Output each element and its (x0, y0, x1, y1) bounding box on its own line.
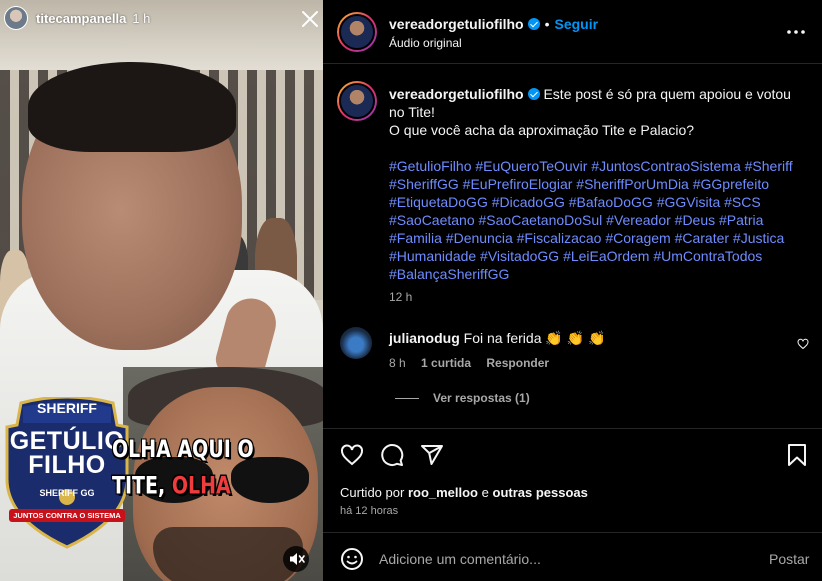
posted-ago: há 12 horas (340, 505, 399, 517)
comment-meta: 8 h 1 curtida Responder (389, 356, 561, 370)
comment-input[interactable] (379, 547, 749, 571)
liked-by-prefix: Curtido por (340, 485, 405, 500)
emoji-icon[interactable] (340, 547, 364, 571)
badge-top-text: SHERIFF (37, 400, 97, 416)
post-panel: vereadorgetuliofilho • Seguir Áudio origin… (323, 0, 822, 581)
verified-badge-icon (527, 18, 540, 30)
comment-avatar[interactable] (340, 327, 372, 359)
comment-body: Foi na ferida 👏 👏 👏 (463, 330, 606, 346)
post-caption: vereadorgetuliofilho Este post é só pra … (389, 85, 799, 139)
story-username[interactable]: titecampanella 1 h (36, 11, 150, 26)
story-header: titecampanella 1 h (0, 0, 323, 40)
comment-bubble-icon[interactable] (380, 443, 404, 467)
caption-avatar[interactable] (337, 81, 377, 121)
add-comment-bar: Postar (323, 532, 822, 581)
view-replies-label: Ver respostas (1) (433, 391, 530, 405)
caption-highlight: OLHA (171, 472, 231, 500)
comment-item: julianodug Foi na ferida 👏 👏 👏 (389, 330, 605, 347)
liked-by-user[interactable]: roo_melloo (408, 485, 478, 500)
caption-line2: TITE, (112, 472, 166, 500)
liked-by-others[interactable]: outras pessoas (493, 485, 588, 500)
liked-by-text: Curtido por roo_melloo e outras pessoas (340, 485, 588, 500)
caption-time: 12 h (389, 290, 413, 304)
inset-beard (153, 527, 303, 581)
like-heart-icon[interactable] (340, 443, 364, 467)
comment-likes-link[interactable]: 1 curtida (421, 356, 471, 370)
post-header: vereadorgetuliofilho • Seguir Áudio origin… (323, 0, 822, 64)
post-comment-button[interactable]: Postar (769, 551, 809, 567)
comment-username[interactable]: julianodug (389, 330, 460, 346)
comment-time: 8 h (389, 356, 406, 370)
share-paper-plane-icon[interactable] (420, 443, 444, 467)
header-username[interactable]: vereadorgetuliofilho (389, 16, 524, 32)
presenter-hair (28, 62, 236, 152)
caption-hashtags[interactable]: #GetulioFilho #EuQueroTeOuvir #JuntosCon… (389, 157, 799, 283)
original-audio-link[interactable]: Áudio original (389, 36, 462, 50)
follow-button[interactable]: Seguir (554, 16, 598, 32)
separator-dot: • (544, 16, 550, 32)
save-bookmark-icon[interactable] (785, 443, 809, 467)
caption-line1: OLHA AQUI O (112, 435, 254, 464)
comment-like-heart-icon[interactable] (797, 338, 809, 350)
actions-divider (323, 428, 822, 429)
caption-text-line2: O que você acha da aproximação Tite e Pa… (389, 122, 695, 138)
video-caption-overlay: OLHA AQUI O TITE, OLHA (112, 432, 254, 505)
replies-divider-line (395, 398, 419, 400)
close-icon[interactable] (300, 9, 320, 29)
story-username-text[interactable]: titecampanella (36, 11, 126, 26)
video-player[interactable]: titecampanella 1 h SHERIFF GETÚLIO FILHO … (0, 0, 323, 581)
liked-by-conj: e (481, 485, 489, 500)
header-user-row: vereadorgetuliofilho • Seguir (389, 16, 598, 32)
story-time: 1 h (132, 11, 151, 26)
story-avatar[interactable] (4, 6, 28, 30)
header-avatar[interactable] (337, 12, 377, 52)
more-horizontal-icon[interactable] (785, 22, 807, 42)
mute-icon[interactable] (283, 546, 309, 572)
badge-motto: JUNTOS CONTRA O SISTEMA (9, 509, 125, 522)
view-replies-button[interactable]: Ver respostas (1) (395, 391, 530, 405)
verified-badge-icon (527, 88, 540, 100)
reply-button[interactable]: Responder (486, 356, 549, 370)
caption-username[interactable]: vereadorgetuliofilho (389, 86, 524, 102)
